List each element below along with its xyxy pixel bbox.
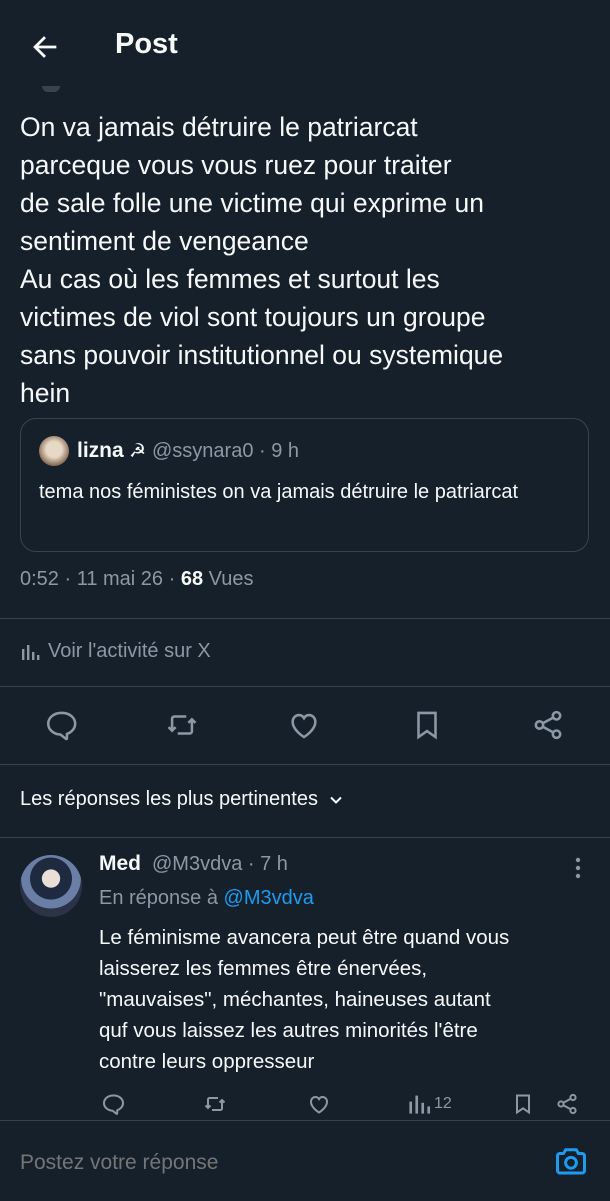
in-reply-to-prefix: En réponse à: [99, 887, 224, 909]
reply-compose-bar: [0, 1120, 610, 1201]
top-bar: Post: [0, 0, 610, 92]
quoted-post-card[interactable]: lizna ☭ @ssynara0 · 9 h tema nos féminis…: [20, 418, 589, 552]
reply-author-name[interactable]: Med: [99, 852, 141, 876]
quoted-post-text: tema nos féministes on va jamais détruir…: [39, 481, 519, 503]
views-count: 12: [434, 1095, 452, 1112]
reply-text: Le féminisme avancera peut être quand vo…: [99, 926, 510, 1073]
post-meta: 0:52 · 11 mai 26 · 68 Vues: [20, 568, 253, 591]
analytics-icon: [20, 642, 40, 662]
more-options-icon[interactable]: [568, 856, 588, 880]
in-reply-to-handle[interactable]: @M3vdva: [224, 887, 314, 909]
divider: [0, 764, 610, 765]
views-icon[interactable]: [407, 1092, 431, 1116]
quoted-author-handle-time: @ssynara0 · 9 h: [152, 440, 300, 462]
in-reply-to: En réponse à @M3vdva: [99, 887, 314, 910]
post-timestamp: 0:52 · 11 mai 26 ·: [20, 568, 181, 590]
views-label: Vues: [203, 568, 254, 590]
reply-compose-input[interactable]: [20, 1151, 291, 1175]
reply-author-avatar[interactable]: [20, 855, 82, 917]
bookmark-icon[interactable]: [410, 708, 444, 742]
reply-icon[interactable]: [44, 708, 78, 742]
divider: [0, 618, 610, 619]
reply-icon[interactable]: [101, 1092, 125, 1116]
replies-sort-dropdown[interactable]: Les réponses les plus pertinentes: [20, 788, 344, 811]
share-icon[interactable]: [555, 1092, 579, 1116]
view-activity-label: Voir l'activité sur X: [48, 640, 211, 662]
like-icon[interactable]: [307, 1092, 331, 1116]
hammer-sickle-emoji: ☭: [129, 441, 147, 462]
camera-icon[interactable]: [553, 1143, 589, 1179]
replies-sort-label: Les réponses les plus pertinentes: [20, 788, 318, 810]
quoted-author-avatar[interactable]: [39, 436, 69, 466]
views-count: 68: [180, 568, 204, 590]
divider: [0, 837, 610, 838]
post-action-bar: [0, 700, 610, 750]
post-text: On va jamais détruire le patriarcat parc…: [20, 112, 504, 408]
like-icon[interactable]: [287, 708, 321, 742]
bookmark-icon[interactable]: [511, 1092, 535, 1116]
chevron-down-icon: [328, 792, 344, 808]
divider: [0, 686, 610, 687]
reply-author-handle-time: @M3vdva · 7 h: [152, 853, 288, 875]
repost-icon[interactable]: [203, 1092, 227, 1116]
back-arrow-icon[interactable]: [28, 30, 62, 64]
quoted-author-name[interactable]: lizna: [77, 439, 124, 463]
repost-icon[interactable]: [165, 708, 199, 742]
share-icon[interactable]: [531, 708, 565, 742]
view-activity-link[interactable]: Voir l'activité sur X: [20, 640, 211, 663]
page-title: Post: [115, 28, 178, 60]
reply-action-bar: 12: [99, 1090, 599, 1120]
